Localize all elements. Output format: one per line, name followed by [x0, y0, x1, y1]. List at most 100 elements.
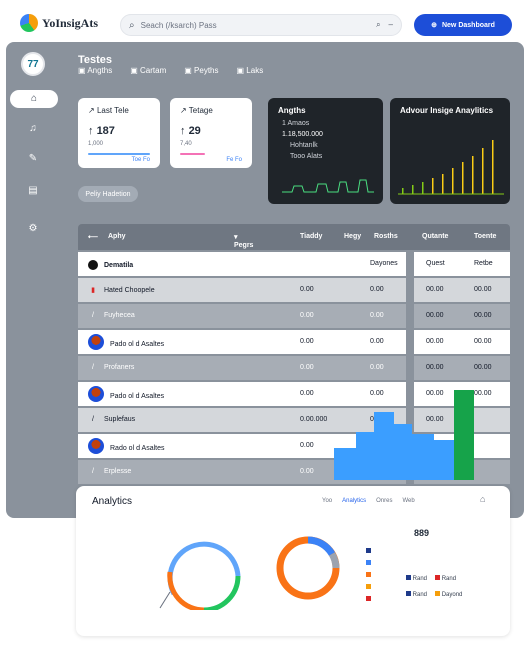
- logo-mark-icon: [20, 14, 38, 32]
- analytics-title: Analytics: [92, 496, 133, 507]
- table-row[interactable]: ▮ Hated Choopele 0.00 0.00: [78, 278, 406, 302]
- overlay-bar: [356, 432, 374, 480]
- analytics-legend: [366, 544, 375, 604]
- analytics-tab[interactable]: Onres: [376, 498, 392, 504]
- stat-sub: 7,40: [180, 141, 192, 147]
- home-icon: ⌂: [30, 93, 38, 104]
- slash-icon: /: [92, 364, 94, 371]
- tab-label: Peyths: [194, 66, 219, 75]
- col-header[interactable]: Qutante: [422, 233, 448, 240]
- overlay-bar-chart: [334, 390, 474, 480]
- table-row[interactable]: / Fuyhecea 0.00 0.00: [78, 304, 406, 328]
- row-name: Pado ol d Asaltes: [110, 392, 165, 400]
- col-header[interactable]: Aphy: [108, 233, 126, 240]
- legend-item: [366, 544, 375, 556]
- dark-line-2: 1.18,500.000: [282, 131, 323, 138]
- right-cell-b: 00.00: [474, 312, 492, 319]
- back-arrow-icon[interactable]: ⟵: [88, 233, 98, 241]
- dark-card-insights[interactable]: Advour Insige Anaylitics: [390, 98, 510, 204]
- right-cell-b: 00.00: [474, 338, 492, 345]
- dark-card-angths[interactable]: Angths 1 Amaos 1.18,500.000 Hohtanlk Too…: [268, 98, 383, 204]
- sidebar-item-data[interactable]: ▤: [26, 184, 40, 198]
- legend-swatch: [406, 590, 411, 596]
- tab-label: Laks: [246, 66, 264, 75]
- new-dashboard-button[interactable]: ⊕ New Dashboard: [414, 14, 512, 36]
- row-cell-a: 0.00: [300, 468, 314, 475]
- slash-icon: /: [92, 416, 94, 423]
- stat-value-text: 187: [96, 125, 115, 137]
- row-cell-a: 0.00: [300, 312, 314, 319]
- sidebar-item-alerts[interactable]: ♫: [26, 122, 40, 136]
- stat-link[interactable]: Fe Fo: [180, 157, 242, 163]
- row-name: Erplesse: [104, 468, 132, 475]
- row-cell-a: 0.00: [300, 364, 314, 371]
- row-name-cell: ▮ Hated Choopele: [88, 286, 155, 295]
- overlay-bar: [334, 448, 356, 480]
- tab-angths[interactable]: ▣ Angths: [78, 66, 112, 75]
- row-cell-a: 0.00: [300, 390, 314, 397]
- overlay-bar: [394, 424, 412, 480]
- stat-link[interactable]: Toe Fo: [88, 157, 150, 163]
- page-title: Testes: [78, 54, 113, 66]
- search-actions: ⌕ –: [376, 20, 393, 30]
- table-section-row[interactable]: Dematila Dayones: [78, 252, 406, 276]
- stat-value-text: 29: [188, 125, 201, 137]
- section-label: Dematila: [104, 261, 134, 269]
- legend-swatch: [366, 559, 371, 565]
- stat-label: ↗ Last Tele: [88, 106, 129, 115]
- right-col-row[interactable]: 00.00 00.00: [414, 330, 510, 354]
- right-col-row[interactable]: 00.00 00.00: [414, 356, 510, 380]
- col-header[interactable]: Pegrs ▾: [234, 233, 253, 249]
- col-header[interactable]: Tiaddy: [300, 233, 322, 240]
- row-name-cell: / Fuyhecea: [88, 312, 135, 319]
- right-cell-a: 00.00: [426, 286, 444, 293]
- stat-card-last-tele[interactable]: ↗ Last Tele ↑ 187 1,000 Toe Fo: [78, 98, 160, 168]
- search-input[interactable]: ⌕ Seach (/ksarch) Pass ⌕ –: [120, 14, 402, 36]
- growth-bar: [482, 148, 484, 194]
- tab-cartam[interactable]: ▣ Cartam: [130, 66, 166, 75]
- growth-bar: [472, 156, 474, 194]
- right-cell-a: 00.00: [426, 338, 444, 345]
- col-header[interactable]: Rosths: [374, 233, 398, 240]
- analytics-tab-active[interactable]: Analytics: [342, 498, 366, 504]
- col-header[interactable]: Hegy: [344, 233, 361, 240]
- sidebar-avatar[interactable]: 77: [21, 52, 45, 76]
- app-logo[interactable]: YoInsigAts: [20, 14, 98, 32]
- row-name: Profaners: [104, 364, 135, 371]
- stat-label: ↗ Tetage: [180, 106, 213, 115]
- stat-label-text: Last Tele: [96, 106, 129, 115]
- col-header[interactable]: Toente: [474, 233, 496, 240]
- sidebar-item-reports[interactable]: ✎: [26, 152, 40, 166]
- stat-card-tetage[interactable]: ↗ Tetage ↑ 29 7,40 Fe Fo: [170, 98, 252, 168]
- growth-bar: [422, 182, 424, 194]
- legend-label: Dayond: [441, 591, 463, 598]
- row-name: Pado ol d Asaltes: [110, 340, 165, 348]
- top-bar: YoInsigAts ⌕ Seach (/ksarch) Pass ⌕ – ⊕ …: [0, 0, 532, 46]
- right-cell-b: 00.00: [474, 286, 492, 293]
- cup-icon: ▮: [91, 287, 95, 294]
- legend2-row: Rand Rand: [406, 570, 462, 586]
- table-row[interactable]: Pado ol d Asaltes 0.00 0.00: [78, 330, 406, 354]
- legend2-row: Rand Dayond: [406, 586, 462, 602]
- sparkline-chart: [282, 179, 374, 193]
- sidebar-item-settings[interactable]: ⚙: [26, 222, 40, 236]
- analytics-tab[interactable]: Yoo: [322, 498, 332, 504]
- row-name-cell: / Suplefaus: [88, 416, 135, 423]
- chevron-down-icon[interactable]: –: [389, 20, 393, 30]
- filter-pill[interactable]: Peliy Hadetion: [78, 186, 138, 202]
- right-col-row[interactable]: 00.00 00.00: [414, 278, 510, 302]
- growth-bar: [432, 178, 434, 194]
- table-row[interactable]: / Profaners 0.00 0.00: [78, 356, 406, 380]
- tab-peyths[interactable]: ▣ Peyths: [184, 66, 218, 75]
- table-header: ⟵ Aphy Pegrs ▾ Tiaddy Hegy Rosths Qutant…: [78, 224, 510, 250]
- donut-chart-2: [276, 536, 340, 600]
- right-cell-a: 00.00: [426, 364, 444, 371]
- sidebar-item-home[interactable]: ⌂: [10, 90, 58, 108]
- analytics-tab[interactable]: Web: [402, 498, 414, 504]
- right-col-row[interactable]: 00.00 00.00: [414, 304, 510, 328]
- bookmark-icon[interactable]: ⌂: [480, 494, 485, 504]
- legend-label: Rand: [412, 591, 428, 598]
- tab-laks[interactable]: ▣ Laks: [237, 66, 264, 75]
- right-col-row[interactable]: Quest Retbe: [414, 252, 510, 276]
- magnify-icon[interactable]: ⌕: [376, 20, 380, 30]
